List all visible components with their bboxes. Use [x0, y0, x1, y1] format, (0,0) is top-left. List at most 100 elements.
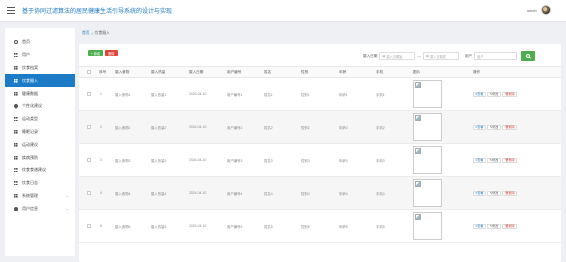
- delete-label: 删除: [508, 224, 515, 228]
- cell-name: 姓名3: [264, 158, 273, 163]
- delete-label: 删除: [508, 191, 515, 195]
- cell-phone: 手机4: [376, 191, 385, 196]
- cell-name: 姓名5: [264, 224, 273, 229]
- delete-button[interactable]: 🗑 删除: [502, 157, 518, 163]
- edit-button[interactable]: ✎ 修改: [487, 190, 501, 196]
- cell-age: 年龄3: [339, 158, 348, 163]
- avatar[interactable]: [541, 5, 551, 15]
- sidebar-item-home[interactable]: 首页: [5, 36, 75, 49]
- table-row: 1 摄入食物1 摄入热量1 2024-04-10 用户编号1 姓名1 性别1 年…: [79, 78, 561, 111]
- end-date-input[interactable]: ▦ 摄入日期终: [422, 52, 459, 60]
- cell-phone: 手机1: [376, 92, 385, 97]
- edit-button[interactable]: ✎ 修改: [487, 124, 501, 130]
- sidebar-item-sleep[interactable]: 睡眠记录: [5, 126, 75, 139]
- user-name[interactable]: admin: [527, 9, 537, 13]
- cell-date: 2024-04-10: [189, 125, 207, 129]
- select-all-checkbox[interactable]: [87, 70, 91, 74]
- sidebar-item-advice[interactable]: 个性化建议: [5, 100, 75, 113]
- sidebar-item-system[interactable]: 系统管理 ⌄: [5, 190, 75, 203]
- sidebar-item-user-info[interactable]: 用户信息 ⌄: [5, 202, 75, 215]
- breadcrumb-current: 饮食摄入: [94, 31, 110, 35]
- row-checkbox[interactable]: [87, 125, 91, 129]
- cell-gender: 性别5: [301, 224, 310, 229]
- cell-food: 摄入食物2: [115, 125, 131, 130]
- sidebar-item-recipe[interactable]: 饮食食谱建议: [5, 164, 75, 177]
- cell-food: 摄入食物4: [115, 191, 131, 196]
- cell-date: 2024-04-10: [189, 158, 207, 162]
- edit-button[interactable]: ✎ 修改: [487, 91, 501, 97]
- start-date-placeholder: 摄入日期始: [386, 54, 403, 59]
- cell-user-id: 用户编号2: [227, 125, 243, 130]
- grid-icon: [14, 155, 18, 160]
- view-button[interactable]: ≡ 查看: [473, 190, 486, 196]
- cell-user-id: 用户编号5: [227, 224, 243, 229]
- view-button[interactable]: ≡ 查看: [473, 91, 486, 97]
- table-row: 5 摄入食物5 摄入热量5 2024-04-10 用户编号5 姓名5 性别5 年…: [79, 210, 561, 243]
- start-date-input[interactable]: ▦ 摄入日期始: [379, 52, 416, 60]
- user-filter-input[interactable]: 用户: [474, 52, 518, 60]
- edit-label: 修改: [492, 158, 499, 162]
- image-thumbnail[interactable]: [413, 113, 442, 141]
- cell-gender: 性别2: [301, 125, 310, 130]
- cell-no: 2: [100, 125, 102, 129]
- view-label: 查看: [477, 191, 484, 195]
- cell-calories: 摄入热量4: [151, 191, 167, 196]
- header-age: 年龄: [339, 69, 347, 74]
- breadcrumb-home[interactable]: 首页: [82, 31, 90, 36]
- cell-no: 1: [100, 92, 102, 96]
- search-button[interactable]: [521, 51, 536, 61]
- add-button[interactable]: + 新增: [88, 50, 104, 56]
- header-actions: 操作: [473, 69, 481, 74]
- row-checkbox[interactable]: [87, 158, 91, 162]
- batch-delete-button[interactable]: 删除: [105, 50, 118, 56]
- sidebar-item-label: 饮食食谱建议: [22, 167, 46, 173]
- cell-food: 摄入食物1: [115, 92, 131, 97]
- view-button[interactable]: ≡ 查看: [473, 157, 486, 163]
- date-range-dash: —: [417, 54, 421, 58]
- grid-icon: [14, 65, 18, 70]
- delete-button[interactable]: 🗑 删除: [502, 190, 518, 196]
- image-thumbnail[interactable]: [413, 80, 442, 108]
- delete-button[interactable]: 🗑 删除: [502, 91, 518, 97]
- sidebar-item-user[interactable]: 用户: [5, 49, 75, 62]
- edit-label: 修改: [492, 191, 499, 195]
- cell-age: 年龄2: [339, 125, 348, 130]
- menu-toggle-icon[interactable]: [7, 7, 15, 14]
- sidebar-item-label: 用户信息: [22, 205, 38, 211]
- table-row: 4 摄入食物4 摄入热量4 2024-04-10 用户编号4 姓名4 性别4 年…: [79, 177, 561, 210]
- sidebar-item-prevention[interactable]: 疾病预防: [5, 151, 75, 164]
- row-actions: ≡ 查看 ✎ 修改 🗑 删除: [473, 91, 518, 97]
- cell-age: 年龄1: [339, 92, 348, 97]
- cell-calories: 摄入热量1: [151, 92, 167, 97]
- image-thumbnail[interactable]: [413, 212, 442, 240]
- header-image: 图片: [413, 69, 421, 74]
- sidebar-item-health-data[interactable]: 健康数据: [5, 87, 75, 100]
- view-button[interactable]: ≡ 查看: [473, 223, 486, 229]
- sidebar-item-label: 饮食档案: [22, 64, 38, 70]
- user-filter-placeholder: 用户: [477, 54, 484, 59]
- edit-button[interactable]: ✎ 修改: [487, 223, 501, 229]
- image-thumbnail[interactable]: [413, 146, 442, 174]
- edit-button[interactable]: ✎ 修改: [487, 157, 501, 163]
- sidebar-item-diet-log[interactable]: 饮食日志: [5, 177, 75, 190]
- delete-button[interactable]: 🗑 删除: [502, 124, 518, 130]
- header-name: 姓名: [264, 69, 272, 74]
- sidebar-item-diet-intake[interactable]: 饮食摄入: [5, 74, 75, 88]
- sidebar-item-sport-type[interactable]: 运动类型: [5, 113, 75, 126]
- sidebar-item-label: 饮食日志: [22, 180, 38, 186]
- image-thumbnail[interactable]: [413, 179, 442, 207]
- delete-button[interactable]: 🗑 删除: [502, 223, 518, 229]
- sidebar-item-label: 健康数据: [22, 90, 38, 96]
- chevron-down-icon: ⌄: [65, 206, 69, 212]
- row-checkbox[interactable]: [87, 224, 91, 228]
- row-actions: ≡ 查看 ✎ 修改 🗑 删除: [473, 223, 518, 229]
- cell-user-id: 用户编号3: [227, 158, 243, 163]
- delete-label: 删除: [508, 125, 515, 129]
- view-button[interactable]: ≡ 查看: [473, 124, 486, 130]
- row-checkbox[interactable]: [87, 92, 91, 96]
- user-icon: [14, 206, 18, 211]
- sidebar-item-sport-advice[interactable]: 运动建议: [5, 138, 75, 151]
- cell-calories: 摄入热量3: [151, 158, 167, 163]
- sidebar-item-diet-file[interactable]: 饮食档案: [5, 62, 75, 75]
- row-checkbox[interactable]: [87, 191, 91, 195]
